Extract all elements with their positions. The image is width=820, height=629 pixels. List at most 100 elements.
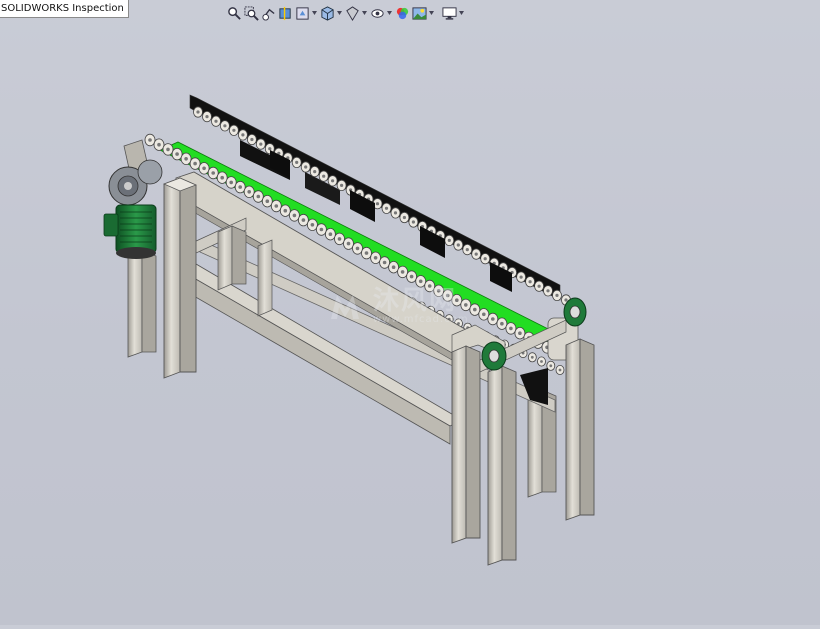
roller-hub <box>157 142 161 147</box>
roller-hub <box>292 213 297 218</box>
roller-hub <box>546 289 550 293</box>
apply-scene-icon[interactable] <box>411 5 427 21</box>
roller-hub <box>346 241 351 246</box>
frame-front <box>163 171 595 566</box>
roller-hub <box>455 298 459 303</box>
roller-hub <box>238 185 242 189</box>
view-settings-icon[interactable] <box>441 5 457 21</box>
roller-hub <box>382 260 387 265</box>
roller-hub <box>328 232 333 236</box>
chevron-down-icon[interactable] <box>311 5 318 21</box>
roller-hub <box>558 368 562 372</box>
roller-hub <box>411 220 415 224</box>
heads-up-view-toolbar <box>226 4 465 22</box>
roller-hub <box>518 331 522 336</box>
dynamic-annotation-views-icon[interactable] <box>294 5 310 21</box>
roller-hub <box>313 170 317 174</box>
roller-hub <box>456 243 460 247</box>
roller-hub <box>500 321 504 326</box>
roller-hub <box>482 312 486 317</box>
roller-hub <box>509 326 513 331</box>
roller-hub <box>223 124 227 128</box>
chevron-down-icon[interactable] <box>386 5 393 21</box>
roller-hub <box>474 252 478 256</box>
roller-hub <box>340 183 344 187</box>
zoom-to-area-icon[interactable] <box>243 5 259 21</box>
roller-hub <box>393 211 398 215</box>
roller-hub <box>229 180 233 185</box>
roller-hub <box>473 307 477 312</box>
roller-hub <box>319 227 324 232</box>
roller-hub <box>250 137 254 142</box>
previous-view-icon[interactable] <box>260 5 276 21</box>
roller-hub <box>202 166 206 171</box>
roller-hub <box>175 152 179 156</box>
roller-hub <box>355 246 360 251</box>
roller-hub <box>310 223 315 227</box>
roller-hub <box>322 174 326 178</box>
chevron-down-icon[interactable] <box>458 5 465 21</box>
roller-hub <box>196 110 200 114</box>
roller-hub <box>564 298 568 302</box>
edit-appearance-icon[interactable] <box>394 5 410 21</box>
roller-hub <box>148 138 152 142</box>
conveyor-model[interactable] <box>0 0 820 625</box>
zoom-to-fit-icon[interactable] <box>226 5 242 21</box>
chevron-down-icon[interactable] <box>361 5 368 21</box>
roller-hub <box>265 199 270 203</box>
roller-hub <box>364 251 369 255</box>
roller-hub <box>295 160 299 164</box>
display-style-icon[interactable] <box>344 5 360 21</box>
roller-hub <box>205 115 209 119</box>
roller-hub <box>464 303 468 307</box>
roller-hub <box>304 165 308 169</box>
roller-hub <box>166 147 170 152</box>
roller-hub <box>436 289 441 293</box>
roller-hub <box>427 284 432 288</box>
view-orientation-icon[interactable] <box>319 5 335 21</box>
roller-hub <box>384 206 389 210</box>
roller-hub <box>373 255 378 260</box>
roller-hub <box>241 133 245 137</box>
roller-hub <box>274 204 279 208</box>
roller-hub <box>418 279 423 284</box>
roller-hub <box>555 293 559 297</box>
roller-hub <box>337 237 342 241</box>
roller-hub <box>540 360 543 363</box>
roller-hub <box>232 128 236 132</box>
roller-hub <box>447 238 451 242</box>
graphics-area[interactable] <box>0 0 820 625</box>
roller-hub <box>409 274 414 279</box>
window-tab[interactable]: SOLIDWORKS Inspection <box>0 0 129 18</box>
roller-hub <box>259 142 263 146</box>
roller-hub <box>301 218 306 222</box>
chevron-down-icon[interactable] <box>336 5 343 21</box>
roller-hub <box>400 270 405 274</box>
roller-hub <box>528 280 532 284</box>
roller-hub <box>491 317 495 321</box>
roller-hub <box>391 265 396 270</box>
roller-hub <box>256 194 261 199</box>
roller-hub <box>549 364 553 368</box>
roller-hub <box>214 119 218 123</box>
roller-hub <box>247 190 251 194</box>
roller-hub <box>331 179 335 183</box>
roller-hub <box>220 175 224 180</box>
roller-hub <box>537 284 541 288</box>
roller-hub <box>375 202 380 206</box>
roller-hub <box>530 355 534 359</box>
roller-hub <box>465 248 469 252</box>
roller-hub <box>211 171 215 175</box>
roller-hub <box>184 157 188 161</box>
section-view-icon[interactable] <box>277 5 293 21</box>
roller-hub <box>402 215 406 220</box>
chevron-down-icon[interactable] <box>428 5 435 21</box>
roller-hub <box>268 147 272 151</box>
hide-show-items-icon[interactable] <box>369 5 385 21</box>
roller-hub <box>193 161 197 166</box>
drive-unit <box>103 139 163 259</box>
roller-hub <box>519 275 523 279</box>
roller-hub <box>445 293 450 298</box>
roller-hub <box>283 208 288 213</box>
roller-hub <box>483 257 487 261</box>
